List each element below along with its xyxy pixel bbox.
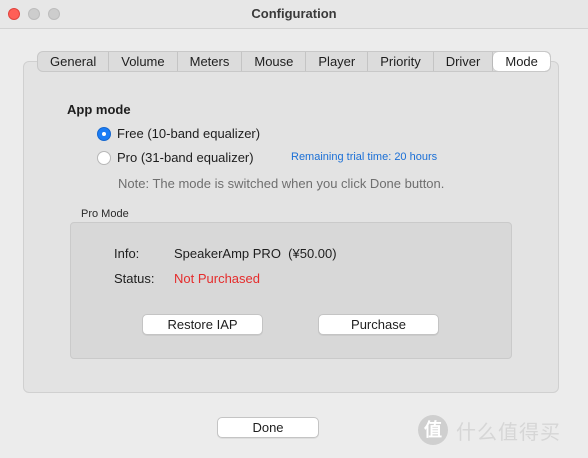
tab-player[interactable]: Player (306, 52, 369, 71)
status-label: Status: (114, 271, 155, 286)
tab-mouse[interactable]: Mouse (242, 52, 307, 71)
free-mode-radio[interactable] (97, 126, 111, 141)
status-value: Not Purchased (174, 271, 260, 286)
window-title: Configuration (251, 6, 337, 21)
tab-priority[interactable]: Priority (368, 52, 434, 71)
app-mode-heading: App mode (67, 102, 131, 117)
trial-time-text: Remaining trial time: 20 hours (291, 151, 438, 163)
tab-meters[interactable]: Meters (178, 52, 243, 71)
free-mode-option[interactable]: Free (10-band equalizer) (97, 126, 260, 141)
watermark: 值 什么值得买 (418, 415, 561, 445)
configuration-window: Configuration General Volume Meters Mous… (0, 0, 588, 458)
info-value: SpeakerAmp PRO (¥50.00) (174, 246, 337, 261)
mode-switch-note: Note: The mode is switched when you clic… (118, 176, 445, 191)
watermark-text: 什么值得买 (456, 421, 561, 444)
tab-mode[interactable]: Mode (493, 52, 550, 71)
pro-mode-group-label: Pro Mode (81, 208, 129, 220)
tab-volume[interactable]: Volume (109, 52, 178, 71)
purchase-button[interactable]: Purchase (318, 314, 439, 335)
pro-mode-group (70, 222, 512, 359)
restore-iap-button[interactable]: Restore IAP (142, 314, 263, 335)
tab-bar: General Volume Meters Mouse Player Prior… (37, 51, 551, 72)
pro-mode-option[interactable]: Pro (31-band equalizer) (97, 150, 254, 165)
done-button[interactable]: Done (217, 417, 319, 438)
tab-general[interactable]: General (38, 52, 110, 71)
free-mode-label[interactable]: Free (10-band equalizer) (117, 126, 260, 141)
watermark-logo-icon: 值 (418, 415, 448, 445)
tab-driver[interactable]: Driver (434, 52, 494, 71)
info-label: Info: (114, 246, 140, 261)
pro-mode-radio[interactable] (97, 150, 111, 165)
title-bar: Configuration (0, 0, 588, 29)
pro-mode-label[interactable]: Pro (31-band equalizer) (117, 150, 254, 165)
